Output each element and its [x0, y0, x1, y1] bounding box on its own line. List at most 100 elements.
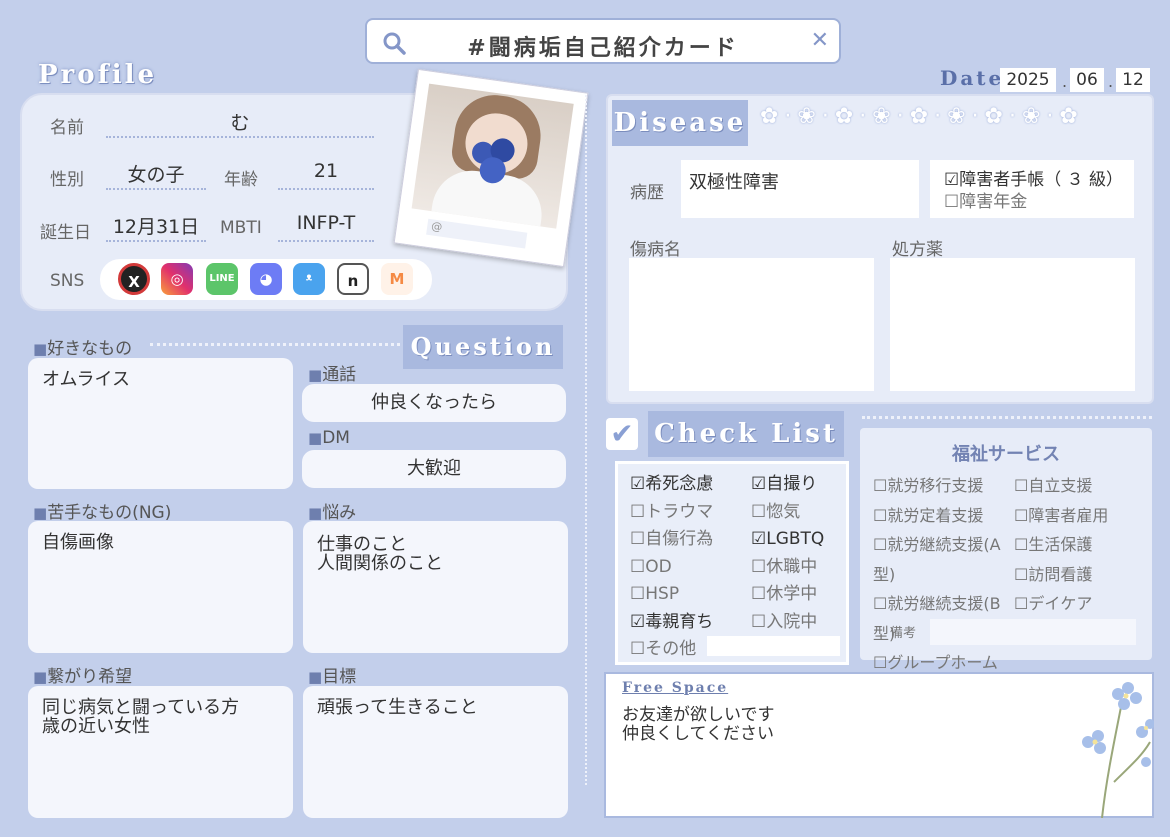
welfare-item[interactable]: ☐就労移行支援: [873, 471, 1013, 501]
goal-box: 頑張って生きること: [303, 686, 568, 818]
welfare-col-right: ☐自立支援 ☐障害者雇用 ☐生活保護 ☐訪問看護 ☐デイケア: [1014, 471, 1149, 619]
history-value: 双極性障害: [689, 172, 779, 193]
date-label: Date: [940, 66, 1005, 90]
instagram-icon[interactable]: ◎: [161, 263, 193, 295]
discord-icon[interactable]: ◕: [250, 263, 282, 295]
age-value: 21: [278, 160, 374, 190]
notes-input[interactable]: [930, 619, 1136, 645]
pension-check[interactable]: ☐障害年金: [930, 192, 1134, 212]
check-item[interactable]: ☐自傷行為: [630, 526, 735, 554]
likes-text: オムライス: [42, 369, 131, 390]
connect-label-text: 繋がり希望: [47, 667, 133, 687]
line-icon[interactable]: LINE: [206, 263, 238, 295]
search-text: #闘病垢自己紹介カード: [467, 36, 739, 61]
check-item[interactable]: ☑毒親育ち: [630, 609, 735, 637]
date-year: 2025: [1000, 68, 1056, 92]
history-box: 双極性障害: [681, 160, 919, 218]
check-item[interactable]: ☑自撮り: [751, 471, 846, 499]
check-item[interactable]: ☐惚気: [751, 499, 846, 527]
welfare-col-left: ☐就労移行支援 ☐就労定着支援 ☐就労継続支援(A型) ☐就労継続支援(B型) …: [873, 471, 1013, 678]
likes-box: オムライス: [28, 358, 293, 489]
welfare-item[interactable]: ☐障害者雇用: [1014, 501, 1149, 531]
profile-photo: @: [393, 68, 589, 268]
date-separator: .: [1062, 72, 1068, 91]
check-item[interactable]: ☐トラウマ: [630, 499, 735, 527]
call-label-text: 通話: [322, 365, 357, 385]
bluesky-icon[interactable]: ᵜ: [293, 263, 325, 295]
birthday-label: 誕生日: [40, 223, 91, 243]
dislikes-box: 自傷画像: [28, 521, 293, 653]
date-separator: .: [1108, 72, 1114, 91]
checklist-title: Check List: [648, 411, 844, 457]
checkmark-icon: ✔: [606, 418, 638, 450]
welfare-item[interactable]: ☐デイケア: [1014, 589, 1149, 619]
disease-title: Disease: [612, 100, 748, 146]
prescription-box: [890, 258, 1135, 391]
name-label: 名前: [50, 118, 84, 138]
injury-label: 傷病名: [630, 240, 681, 260]
x-icon[interactable]: X: [118, 263, 150, 295]
question-title: Question: [403, 325, 563, 369]
free-space-title: Free Space: [622, 680, 729, 696]
welfare-item[interactable]: ☐訪問看護: [1014, 560, 1149, 590]
check-item[interactable]: ☐入院中: [751, 609, 846, 637]
dm-label: ■DM: [308, 428, 350, 448]
check-item[interactable]: ☑LGBTQ: [751, 526, 846, 554]
dislikes-text: 自傷画像: [42, 532, 114, 553]
worries-label-text: 悩み: [322, 503, 357, 523]
goal-label-text: 目標: [322, 667, 357, 687]
birthday-value: 12月31日: [106, 212, 206, 242]
history-label: 病歴: [630, 183, 664, 203]
dislikes-label-text: 苦手なもの(NG): [47, 503, 172, 523]
checklist-col-right: ☑自撮り ☐惚気 ☑LGBTQ ☐休職中 ☐休学中 ☐入院中: [751, 471, 846, 636]
photo-handle: @: [426, 218, 528, 249]
likes-label-text: 好きなもの: [47, 339, 133, 359]
welfare-item[interactable]: ☐生活保護: [1014, 530, 1149, 560]
call-label: ■通話: [308, 365, 357, 385]
checklist-col-left: ☑希死念慮 ☐トラウマ ☐自傷行為 ☐OD ☐HSP ☑毒親育ち ☐その他: [630, 471, 735, 664]
check-item[interactable]: ☐OD: [630, 554, 735, 582]
connect-text: 同じ病気と闘っている方 歳の近い女性: [42, 697, 240, 737]
goal-text: 頑張って生きること: [317, 697, 478, 718]
mbti-label: MBTI: [220, 218, 262, 238]
mbti-value: INFP-T: [278, 212, 374, 242]
dm-value: 大歓迎: [302, 450, 566, 488]
name-value: む: [106, 108, 374, 138]
check-item[interactable]: ☐休職中: [751, 554, 846, 582]
welfare-title: 福祉サービス: [952, 444, 1060, 465]
misskey-icon[interactable]: M: [381, 263, 413, 295]
gender-value: 女の子: [106, 160, 206, 190]
forget-me-not-icon: [1082, 682, 1154, 818]
call-value: 仲良くなったら: [302, 384, 566, 422]
likes-label: ■好きなもの: [33, 339, 133, 359]
note-icon[interactable]: n: [337, 263, 369, 295]
worries-text: 仕事のこと 人間関係のこと: [317, 534, 443, 574]
notes-label: 備考: [890, 626, 917, 641]
flower-decoration: ✿·❀·✿·❀·✿·❀·✿·❀·✿: [760, 104, 1084, 129]
check-item[interactable]: ☑希死念慮: [630, 471, 735, 499]
welfare-item[interactable]: ☐就労定着支援: [873, 501, 1013, 531]
search-bar[interactable]: #闘病垢自己紹介カード ✕: [365, 18, 841, 64]
dislikes-label: ■苦手なもの(NG): [33, 503, 172, 523]
free-space-text: お友達が欲しいです 仲良くしてください: [622, 705, 775, 744]
date-month: 06: [1070, 68, 1104, 92]
age-label: 年齢: [224, 170, 258, 190]
check-item[interactable]: ☐HSP: [630, 581, 735, 609]
worries-label: ■悩み: [308, 503, 357, 523]
gender-label: 性別: [50, 170, 84, 190]
worries-box: 仕事のこと 人間関係のこと: [303, 521, 568, 653]
welfare-item[interactable]: ☐自立支援: [1014, 471, 1149, 501]
welfare-item[interactable]: ☐就労継続支援(A型): [873, 530, 1013, 589]
dm-label-text: DM: [322, 428, 350, 448]
close-icon[interactable]: ✕: [811, 28, 829, 53]
other-input[interactable]: [707, 636, 840, 656]
connect-box: 同じ病気と闘っている方 歳の近い女性: [28, 686, 293, 818]
check-item[interactable]: ☐休学中: [751, 581, 846, 609]
date-day: 12: [1116, 68, 1150, 92]
handbook-check[interactable]: ☑障害者手帳（ ３ 級）: [930, 160, 1134, 192]
dotted-divider: [862, 416, 1152, 419]
handbook-box: ☑障害者手帳（ ３ 級） ☐障害年金: [930, 160, 1134, 218]
prescription-label: 処方薬: [892, 240, 943, 260]
profile-title: Profile: [38, 60, 158, 90]
divider: [585, 95, 587, 785]
